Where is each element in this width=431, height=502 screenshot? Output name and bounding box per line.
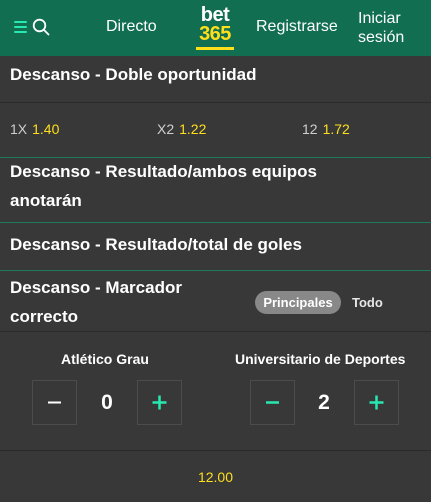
market-title-line2: correcto — [10, 307, 79, 326]
minus-icon — [266, 401, 279, 404]
increment-home-button[interactable] — [137, 380, 182, 425]
divider — [0, 102, 431, 103]
app-header: Directo bet 365 Registrarse Iniciar sesi… — [0, 0, 431, 56]
odds-x2[interactable]: X2 1.22 — [157, 121, 206, 137]
market-title-doble-oportunidad[interactable]: Descanso - Doble oportunidad — [10, 60, 257, 89]
market-title-line1: Descanso - Resultado/ambos equipos — [10, 162, 318, 181]
team-name-home: Atlético Grau — [61, 351, 149, 367]
search-icon[interactable] — [32, 18, 50, 36]
menu-icon[interactable] — [14, 21, 27, 33]
plus-icon — [152, 395, 167, 410]
menu-search-group[interactable] — [14, 18, 54, 40]
divider — [0, 222, 431, 223]
divider — [0, 450, 431, 451]
odds-label: 12 — [302, 121, 318, 137]
plus-icon — [369, 395, 384, 410]
odds-1x[interactable]: 1X 1.40 — [10, 121, 59, 137]
odds-value: 1.72 — [322, 121, 350, 137]
minus-icon — [48, 401, 61, 404]
register-link[interactable]: Registrarse — [256, 18, 338, 36]
market-title-resultado-total[interactable]: Descanso - Resultado/total de goles — [10, 230, 302, 259]
decrement-away-button[interactable] — [250, 380, 295, 425]
market-title-marcador-correcto[interactable]: Descanso - Marcador correcto — [10, 273, 182, 331]
market-title-line2: anotarán — [10, 191, 82, 210]
login-link[interactable]: Iniciar sesión — [358, 9, 404, 47]
odds-label: X2 — [157, 121, 175, 137]
score-home: 0 — [101, 391, 113, 414]
increment-away-button[interactable] — [354, 380, 399, 425]
filter-principales-button[interactable]: Principales — [255, 291, 341, 314]
login-text-line2: sesión — [358, 29, 405, 46]
logo-text-bottom: 365 — [199, 23, 231, 45]
market-title-line1: Descanso - Marcador — [10, 278, 182, 297]
bet365-logo[interactable]: bet 365 — [192, 5, 238, 52]
score-away: 2 — [318, 391, 330, 414]
logo-underline — [196, 47, 234, 50]
market-title-resultado-ambos[interactable]: Descanso - Resultado/ambos equipos anota… — [10, 157, 317, 215]
correct-score-odds[interactable]: 12.00 — [0, 469, 431, 485]
team-name-away: Universitario de Deportes — [235, 351, 406, 367]
odds-value: 1.22 — [179, 121, 207, 137]
decrement-home-button[interactable] — [32, 380, 77, 425]
divider — [0, 270, 431, 271]
login-text-line1: Iniciar — [358, 10, 401, 27]
odds-value: 1.40 — [32, 121, 60, 137]
odds-12[interactable]: 12 1.72 — [302, 121, 350, 137]
odds-label: 1X — [10, 121, 28, 137]
nav-directo-link[interactable]: Directo — [106, 18, 157, 36]
filter-todo-button[interactable]: Todo — [352, 295, 383, 310]
divider — [0, 331, 431, 332]
